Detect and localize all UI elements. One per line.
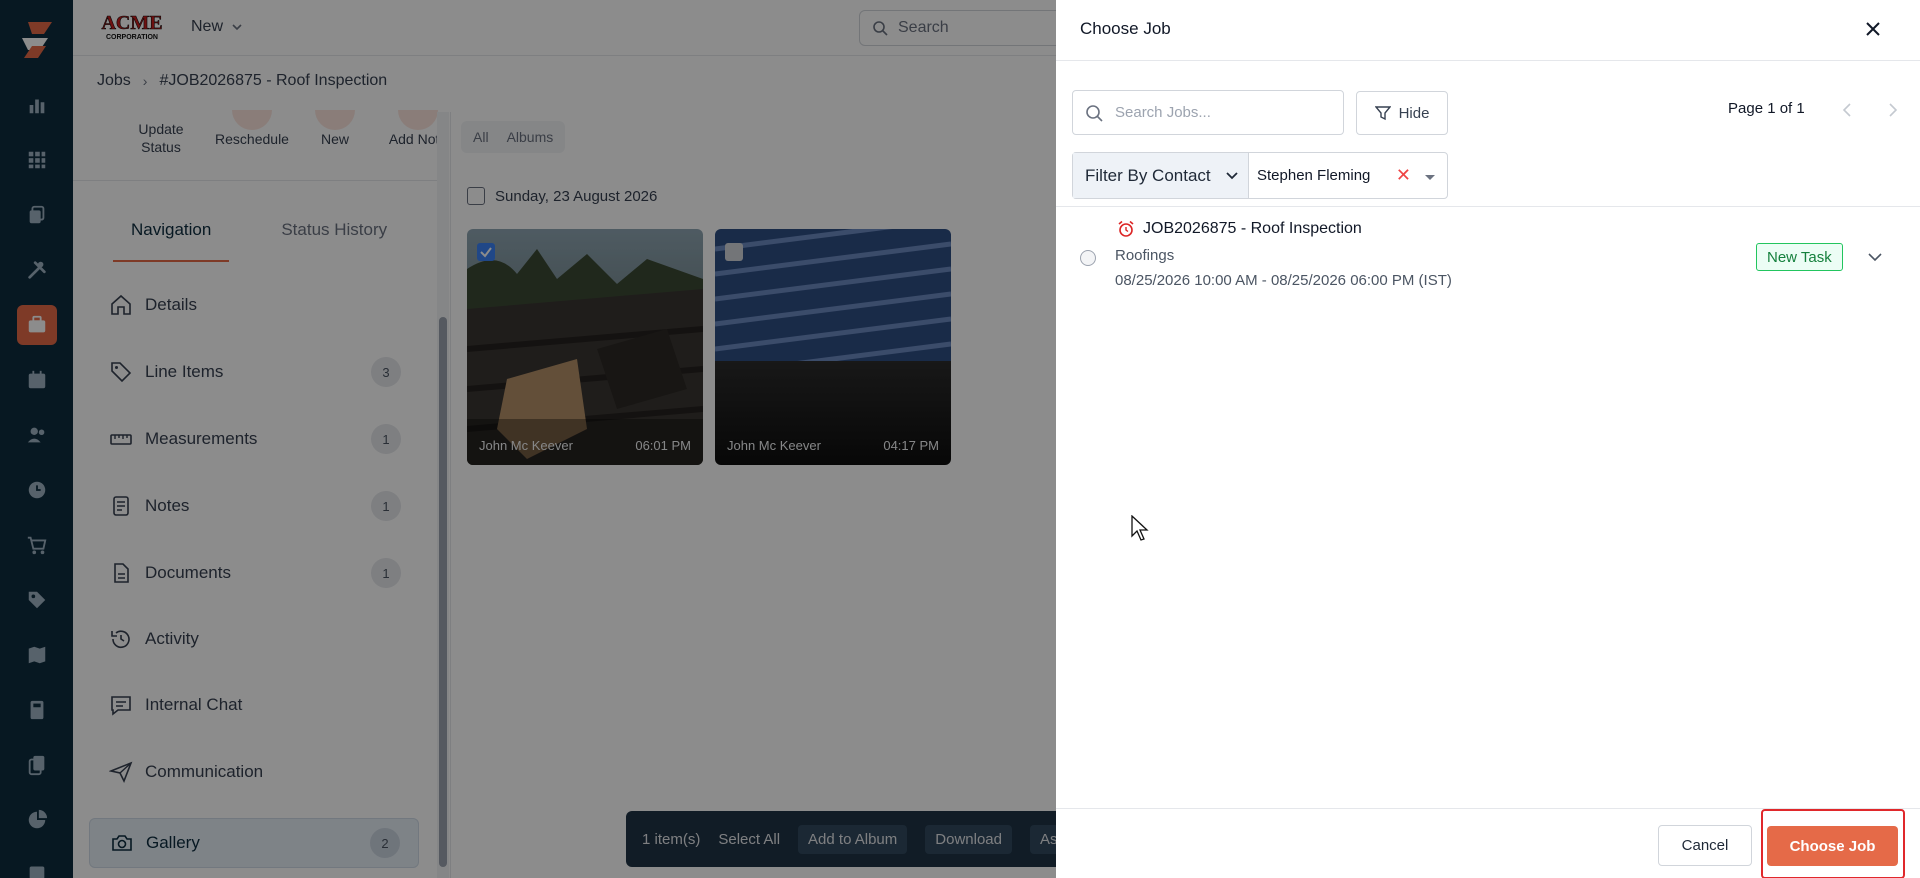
- hide-filters-button[interactable]: Hide: [1356, 91, 1448, 135]
- mouse-cursor-icon: [1131, 515, 1149, 541]
- previous-page-icon[interactable]: [1838, 100, 1858, 120]
- status-badge: New Task: [1756, 243, 1843, 271]
- job-list-item[interactable]: JOB2026875 - Roof Inspection Roofings 08…: [1056, 216, 1920, 296]
- filter-type-dropdown[interactable]: Filter By Contact: [1073, 153, 1249, 198]
- alarm-clock-icon: [1118, 220, 1134, 237]
- drawer-footer: Cancel Choose Job: [1056, 808, 1920, 878]
- search-icon: [1086, 104, 1103, 122]
- divider: [1056, 206, 1920, 207]
- choose-job-button[interactable]: Choose Job: [1767, 826, 1898, 866]
- choose-job-drawer: Choose Job Hide Page 1 of 1 Filter By Co…: [1056, 0, 1920, 878]
- clear-contact-icon[interactable]: ✕: [1396, 165, 1411, 186]
- chevron-down-icon: [1226, 171, 1238, 179]
- filter-icon: [1374, 106, 1391, 121]
- contact-value: Stephen Fleming: [1257, 167, 1371, 184]
- close-icon[interactable]: [1862, 18, 1884, 40]
- job-search-field[interactable]: [1072, 90, 1344, 135]
- chevron-down-icon[interactable]: [1866, 248, 1884, 266]
- drawer-title: Choose Job: [1080, 19, 1171, 38]
- job-title-row: JOB2026875 - Roof Inspection: [1117, 220, 1362, 238]
- modal-backdrop[interactable]: [0, 0, 1056, 878]
- pagination-info: Page 1 of 1: [1728, 100, 1805, 117]
- choose-job-highlight: Choose Job: [1761, 809, 1905, 878]
- job-title: JOB2026875 - Roof Inspection: [1143, 220, 1362, 237]
- job-type: Roofings: [1115, 247, 1175, 264]
- caret-down-icon[interactable]: [1425, 175, 1435, 180]
- cancel-button[interactable]: Cancel: [1658, 825, 1752, 866]
- contact-select[interactable]: Stephen Fleming ✕: [1249, 153, 1447, 198]
- hide-label: Hide: [1398, 104, 1430, 122]
- job-radio[interactable]: [1080, 250, 1096, 266]
- job-time-range: 08/25/2026 10:00 AM - 08/25/2026 06:00 P…: [1115, 272, 1452, 289]
- filter-type-label: Filter By Contact: [1085, 165, 1211, 185]
- next-page-icon[interactable]: [1882, 100, 1902, 120]
- job-search-input[interactable]: [1115, 104, 1315, 121]
- drawer-header: Choose Job: [1056, 0, 1920, 61]
- filter-by-contact: Filter By Contact Stephen Fleming ✕: [1072, 152, 1448, 199]
